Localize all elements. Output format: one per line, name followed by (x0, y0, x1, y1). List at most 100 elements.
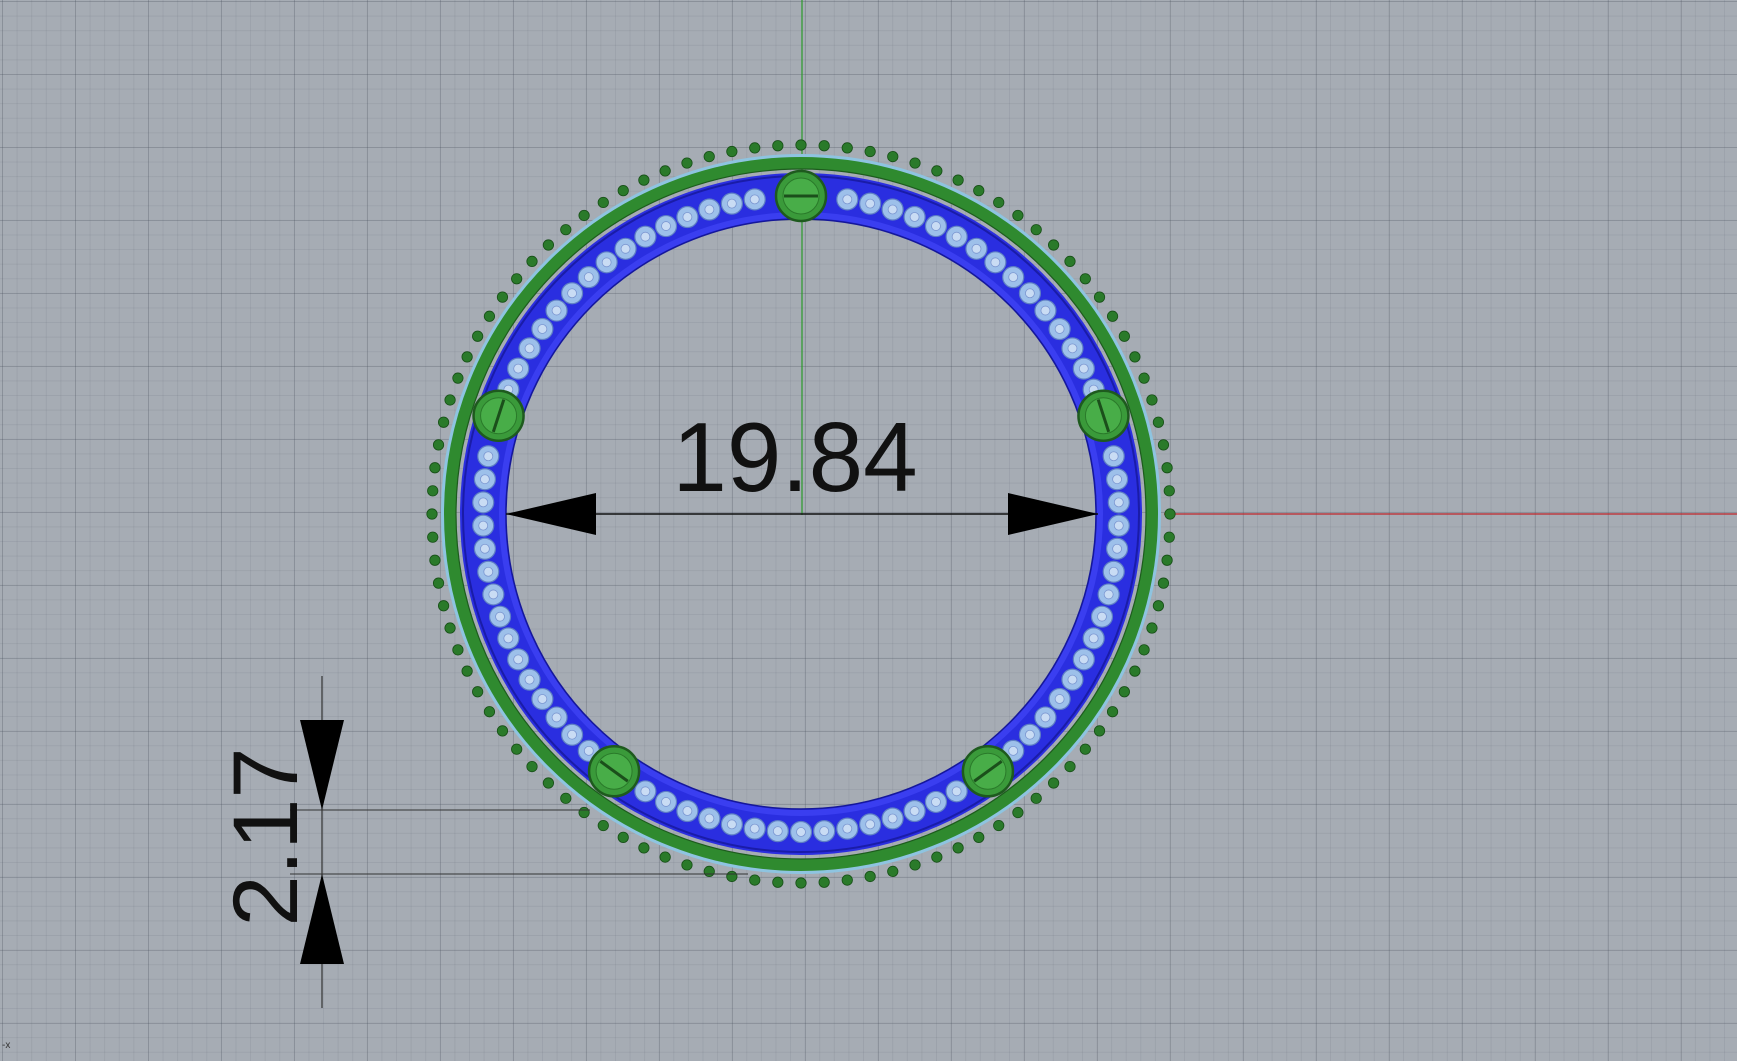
bezel-tooth (426, 508, 438, 520)
bezel-gem-facet (1040, 712, 1051, 723)
bezel-tooth (659, 851, 671, 863)
bezel-gem-facet (887, 813, 898, 824)
bezel-tooth (993, 819, 1005, 832)
bezel-tooth (1079, 743, 1091, 755)
bezel-tooth (887, 865, 899, 878)
bezel-tooth (1064, 760, 1076, 773)
bezel-tooth (909, 859, 921, 871)
bezel-gem-facet (971, 243, 982, 254)
bezel-gem-facet (1054, 694, 1065, 704)
bezel-tooth (1064, 255, 1076, 268)
bezel-tooth (1030, 224, 1042, 236)
bezel-gem-facet (704, 813, 715, 824)
bezel-tooth (437, 600, 450, 612)
bezel-tooth (432, 439, 445, 451)
bezel-gem-facet (483, 566, 494, 577)
bezel-gem-facet (842, 823, 853, 834)
bezel-gem-facet (503, 633, 514, 644)
bezel-gem-facet (551, 712, 562, 723)
bezel-tooth (931, 851, 943, 863)
bezel-tooth (1152, 600, 1165, 612)
cad-viewport[interactable]: 19.84 2.17 -x (0, 0, 1737, 1061)
bezel-gem-facet (1067, 674, 1078, 685)
diameter-dimension[interactable]: 19.84 (506, 402, 1098, 535)
bezel-tooth (461, 351, 473, 363)
bezel-tooth (437, 416, 450, 428)
bezel-gem-facet (661, 797, 671, 807)
bezel-tooth (772, 876, 784, 888)
bezel-tooth (952, 842, 964, 854)
bezel-tooth (638, 174, 650, 186)
bezel-tooth (461, 665, 473, 677)
bezel-tooth (1161, 554, 1173, 566)
thickness-value[interactable]: 2.17 (215, 747, 317, 926)
bezel-tooth (1157, 439, 1170, 451)
bezel-tooth (703, 150, 715, 163)
bezel-tooth (429, 554, 441, 566)
diameter-value[interactable]: 19.84 (672, 402, 917, 512)
bezel-tooth (472, 330, 484, 342)
bezel-gem-facet (931, 221, 941, 231)
bezel-tooth (597, 196, 609, 209)
bezel-tooth (542, 777, 555, 789)
bezel-tooth (1030, 792, 1042, 804)
bezel-gem-facet (1067, 343, 1078, 354)
bezel-gem-facet (726, 198, 737, 209)
bezel-gem-facet (1112, 543, 1122, 554)
bezel-tooth (452, 372, 464, 384)
bezel-tooth (909, 157, 921, 169)
bezel-gem-facet (1108, 566, 1119, 577)
bezel-gem-facet (567, 288, 577, 299)
bezel-tooth (638, 842, 650, 854)
bezel-gem-facet (887, 204, 898, 215)
bezel-gem-facet (749, 823, 760, 834)
axis-glyph: -x (2, 1040, 11, 1051)
bezel-tooth (483, 706, 496, 718)
bezel-gem-facet (640, 231, 651, 242)
bezel-tooth (1163, 485, 1175, 497)
bezel-gem-facet (1008, 272, 1019, 283)
bezel-gem-facet (1108, 451, 1119, 462)
bezel-gem-facet (583, 272, 594, 283)
bezel-tooth (864, 870, 876, 883)
bezel-gem-facet (495, 611, 505, 622)
bezel-gem-facet (524, 343, 535, 354)
bezel-gem-facet (682, 806, 693, 816)
bezel-tooth (1129, 665, 1141, 677)
bezel-tooth (1146, 394, 1158, 406)
bezel-gem-facet (620, 243, 631, 254)
bezel-tooth (560, 224, 572, 236)
bezel-gem-facet (1113, 520, 1124, 531)
bezel-tooth (1152, 416, 1165, 428)
bezel-gem-facet (842, 194, 853, 205)
bezel-gem-facet (951, 231, 962, 242)
bezel-gem-facet (796, 827, 806, 837)
bezel-tooth (795, 877, 807, 889)
bezel-gem-facet (480, 474, 490, 485)
bezel-tooth (452, 644, 464, 656)
bezel-tooth (496, 291, 509, 303)
bezel-gem-facet (704, 204, 715, 215)
bezel-tooth (617, 185, 629, 197)
bezel-tooth (1012, 806, 1024, 819)
bezel-gem-facet (1097, 611, 1107, 622)
bezel-tooth (1118, 330, 1130, 342)
bezel-tooth (659, 165, 671, 177)
bezel-gem-facet (483, 451, 494, 462)
bezel-gem-facet (524, 674, 535, 685)
bezel-gem-facet (1103, 589, 1114, 600)
diameter-arrow-left (506, 493, 596, 535)
bezel-gem-facet (583, 745, 594, 756)
bezel-tooth (841, 142, 853, 154)
bezel-tooth (1138, 644, 1150, 656)
bezel-gem-facet (909, 212, 920, 222)
bezel-gem-facet (1078, 363, 1089, 374)
bezel-tooth (749, 874, 761, 886)
bezel-tooth (1157, 577, 1170, 589)
bezel-gem-facet (909, 806, 920, 816)
bezel-gem-facet (661, 221, 671, 231)
bezel-tooth (511, 743, 523, 755)
bezel-tooth (1164, 508, 1176, 520)
bezel-tooth (681, 859, 693, 871)
bezel-tooth (496, 725, 509, 737)
